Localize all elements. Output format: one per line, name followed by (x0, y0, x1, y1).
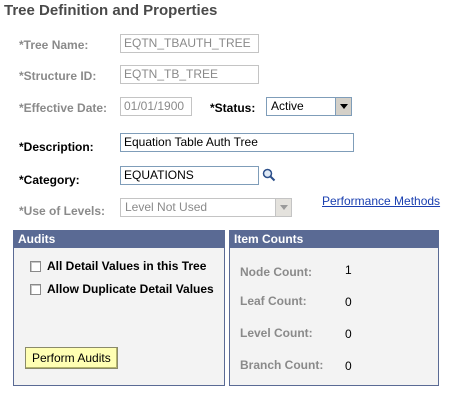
status-label: *Status: (210, 101, 256, 115)
status-select[interactable]: Active (266, 97, 352, 116)
structure-id-label: *Structure ID: (19, 69, 97, 83)
status-value: Active (271, 99, 304, 113)
use-of-levels-value: Level Not Used (125, 200, 208, 214)
item-counts-panel-title: Item Counts (230, 231, 438, 248)
level-count-value: 0 (345, 327, 352, 341)
branch-count-label: Branch Count: (240, 358, 324, 372)
category-input[interactable]: EQUATIONS (120, 166, 259, 185)
chevron-down-icon[interactable] (335, 98, 351, 115)
node-count-label: Node Count: (240, 265, 312, 279)
allow-duplicate-label: Allow Duplicate Detail Values (47, 282, 214, 296)
use-of-levels-label: *Use of Levels: (19, 204, 106, 218)
performance-methods-link[interactable]: Performance Methods (322, 194, 440, 208)
level-count-label: Level Count: (240, 326, 313, 340)
chevron-down-icon (275, 199, 291, 216)
leaf-count-label: Leaf Count: (240, 294, 307, 308)
all-detail-values-checkbox[interactable] (30, 260, 41, 272)
description-label: *Description: (19, 140, 94, 154)
tree-name-field: EQTN_TBAUTH_TREE (120, 34, 259, 53)
structure-id-field: EQTN_TB_TREE (120, 65, 259, 84)
category-label: *Category: (19, 173, 80, 187)
node-count-value: 1 (345, 263, 352, 277)
effective-date-field: 01/01/1900 (120, 97, 192, 116)
description-input[interactable]: Equation Table Auth Tree (120, 133, 354, 152)
allow-duplicate-checkbox[interactable] (30, 283, 41, 295)
audits-panel-title: Audits (14, 231, 224, 248)
all-detail-values-label: All Detail Values in this Tree (47, 259, 207, 273)
effective-date-label: *Effective Date: (19, 101, 108, 115)
perform-audits-button[interactable]: Perform Audits (25, 347, 118, 369)
magnifier-icon[interactable] (262, 168, 276, 182)
branch-count-value: 0 (345, 359, 352, 373)
use-of-levels-select: Level Not Used (120, 198, 292, 217)
tree-name-label: *Tree Name: (19, 38, 89, 52)
all-detail-values-row[interactable]: All Detail Values in this Tree (30, 259, 206, 273)
leaf-count-value: 0 (345, 295, 352, 309)
page-title: Tree Definition and Properties (4, 2, 218, 19)
allow-duplicate-row[interactable]: Allow Duplicate Detail Values (30, 282, 214, 296)
